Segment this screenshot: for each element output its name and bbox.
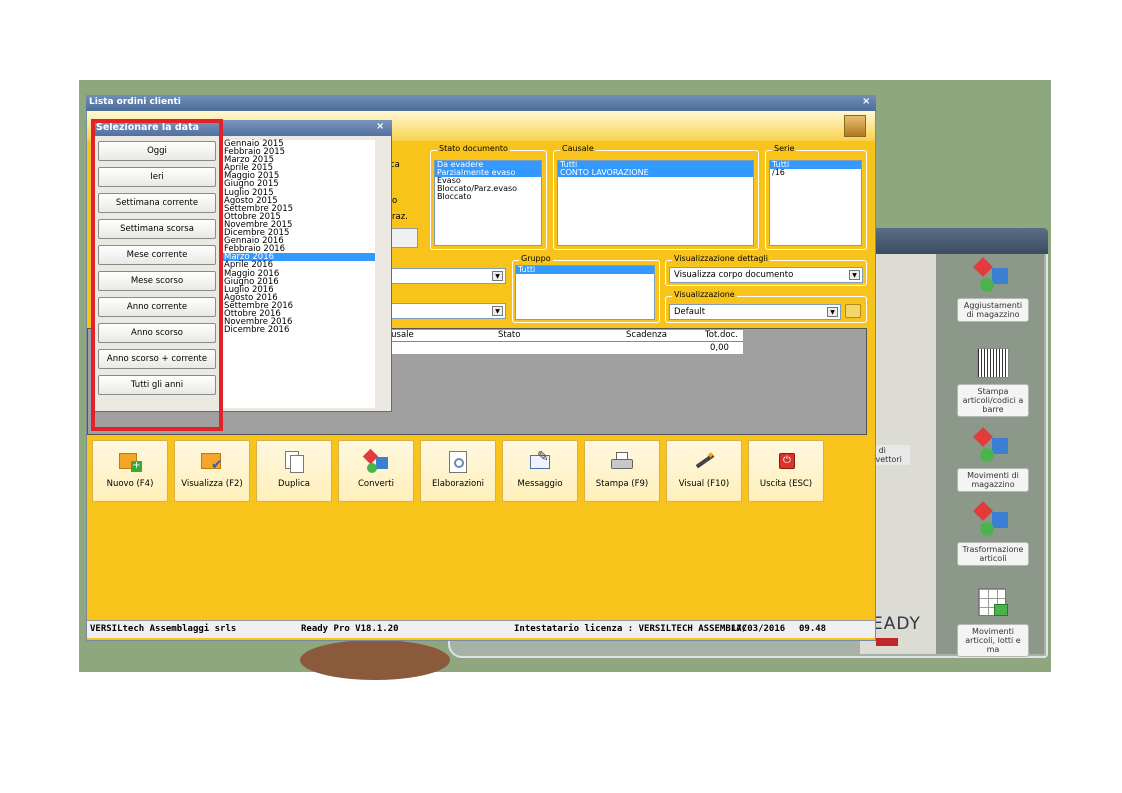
background-decoration (300, 640, 450, 680)
processing-icon (445, 449, 471, 473)
side-panel-item[interactable]: Aggiustamenti di magazzino (957, 257, 1029, 330)
converti-button[interactable]: Converti (338, 440, 414, 502)
message-icon: ✎ (527, 449, 553, 473)
chevron-down-icon: ▼ (849, 270, 860, 280)
chevron-down-icon: ▼ (492, 271, 503, 281)
duplicate-icon (281, 449, 307, 473)
button-label: Converti (358, 479, 394, 489)
grid-header-stato[interactable]: Stato (498, 330, 520, 340)
partial-label-raz: raz. (392, 212, 408, 222)
visualizza-button[interactable]: ✔ Visualizza (F2) (174, 440, 250, 502)
month-item[interactable]: Dicembre 2016 (222, 326, 375, 335)
gruppo-list[interactable]: Tutti (515, 265, 655, 320)
visualizzazione-value: Default (674, 307, 706, 317)
gruppo-title: Gruppo (519, 254, 553, 264)
side-panel-item[interactable]: Stampa articoli/codici a barre (957, 344, 1029, 417)
button-label: Uscita (ESC) (759, 479, 813, 489)
stampa-button[interactable]: Stampa (F9) (584, 440, 660, 502)
ready-logo-badge (876, 638, 898, 646)
view-check-icon: ✔ (199, 449, 225, 473)
partial-combo-1[interactable]: ▼ (390, 268, 506, 284)
side-panel-item[interactable]: Trasformazione articoli (957, 501, 1029, 574)
side-panel-label: Movimenti articoli, lotti e ma (957, 624, 1029, 657)
button-label: Elaborazioni (431, 479, 484, 489)
button-label: Messaggio (517, 479, 563, 489)
status-time: 09.48 (799, 624, 827, 634)
serie-list[interactable]: Tutti/16 (769, 160, 862, 246)
window-close-button[interactable]: × (862, 96, 870, 107)
causale-item[interactable]: CONTO LAVORAZIONE (558, 169, 753, 177)
printer-icon (609, 449, 635, 473)
side-panel-label: Movimenti di magazzino (957, 468, 1029, 492)
user-icon[interactable] (844, 115, 866, 137)
wand-icon: ✦ (691, 449, 717, 473)
status-version: Ready Pro V18.1.20 (301, 624, 399, 634)
lots-icon (974, 584, 1012, 622)
ready-logo: EADY (872, 614, 921, 634)
duplica-button[interactable]: Duplica (256, 440, 332, 502)
partial-button[interactable] (390, 228, 418, 248)
serie-title: Serie (772, 144, 797, 154)
stock-adjust-icon (973, 257, 1012, 296)
side-panel-label: Trasformazione articoli (957, 542, 1029, 566)
serie-item[interactable]: /16 (770, 169, 861, 177)
side-panel-label: Stampa articoli/codici a barre (957, 384, 1029, 417)
chevron-down-icon: ▼ (827, 307, 838, 317)
elaborazioni-button[interactable]: Elaborazioni (420, 440, 496, 502)
button-label: Stampa (F9) (595, 479, 649, 489)
causale-title: Causale (560, 144, 596, 154)
uscita-button[interactable]: ⏻ Uscita (ESC) (748, 440, 824, 502)
exit-icon: ⏻ (773, 449, 799, 473)
button-label: Duplica (278, 479, 310, 489)
highlight-box (91, 119, 223, 431)
visual-button[interactable]: ✦ Visual (F10) (666, 440, 742, 502)
causale-list[interactable]: Tutti CONTO LAVORAZIONE (557, 160, 754, 246)
messaggio-button[interactable]: ✎ Messaggio (502, 440, 578, 502)
month-list[interactable]: Gennaio 2015 Febbraio 2015 Marzo 2015 April… (222, 140, 375, 408)
side-panel-item[interactable]: Movimenti articoli, lotti e ma (957, 584, 1029, 657)
visualizzazione-title: Visualizzazione (672, 290, 737, 300)
button-label: Visualizza (F2) (181, 479, 243, 489)
folder-icon[interactable] (845, 304, 861, 318)
gruppo-item[interactable]: Tutti (516, 266, 654, 274)
button-label: Nuovo (F4) (106, 479, 154, 489)
visualizzazione-dettagli-value: Visualizza corpo documento (674, 270, 794, 280)
barcode-icon (974, 344, 1012, 382)
side-panel-label: Aggiustamenti di magazzino (957, 298, 1029, 322)
button-label: Visual (F10) (678, 479, 730, 489)
visualizzazione-combo[interactable]: Default ▼ (669, 304, 841, 320)
partial-label-o: o (392, 196, 398, 206)
window-title: Lista ordini clienti (86, 95, 876, 111)
grid-header-divider (376, 341, 743, 342)
stato-documento-item[interactable]: Bloccato (435, 193, 541, 201)
chevron-down-icon: ▼ (492, 306, 503, 316)
nuovo-button[interactable]: + Nuovo (F4) (92, 440, 168, 502)
stock-move-icon (973, 427, 1012, 466)
convert-icon (362, 448, 389, 473)
status-license: Intestatario licenza : VERSILTECH ASSEMB… (514, 624, 747, 634)
status-company: VERSILtech Assemblaggi srls (90, 624, 237, 634)
stato-documento-title: Stato documento (437, 144, 510, 154)
grid-row[interactable] (376, 330, 743, 354)
visualizzazione-dettagli-title: Visualizzazione dettagli (672, 254, 770, 264)
stato-documento-list[interactable]: Da evadere Parzialmente evaso Evaso Bloccat… (434, 160, 542, 246)
status-date: 17/03/2016 (731, 624, 786, 634)
date-dialog-close-button[interactable]: × (376, 121, 384, 132)
transform-icon (973, 501, 1012, 540)
status-bar: VERSILtech Assemblaggi srls Ready Pro V1… (87, 620, 875, 638)
partial-combo-2[interactable]: ▼ (390, 303, 506, 319)
visualizzazione-dettagli-combo[interactable]: Visualizza corpo documento ▼ (669, 267, 863, 283)
grid-header-scadenza[interactable]: Scadenza (626, 330, 667, 340)
grid-header-totdoc[interactable]: Tot.doc. (705, 330, 738, 340)
side-panel-item[interactable]: Movimenti di magazzino (957, 427, 1029, 500)
grid-total-value: 0,00 (710, 343, 729, 353)
new-doc-icon: + (117, 449, 143, 473)
